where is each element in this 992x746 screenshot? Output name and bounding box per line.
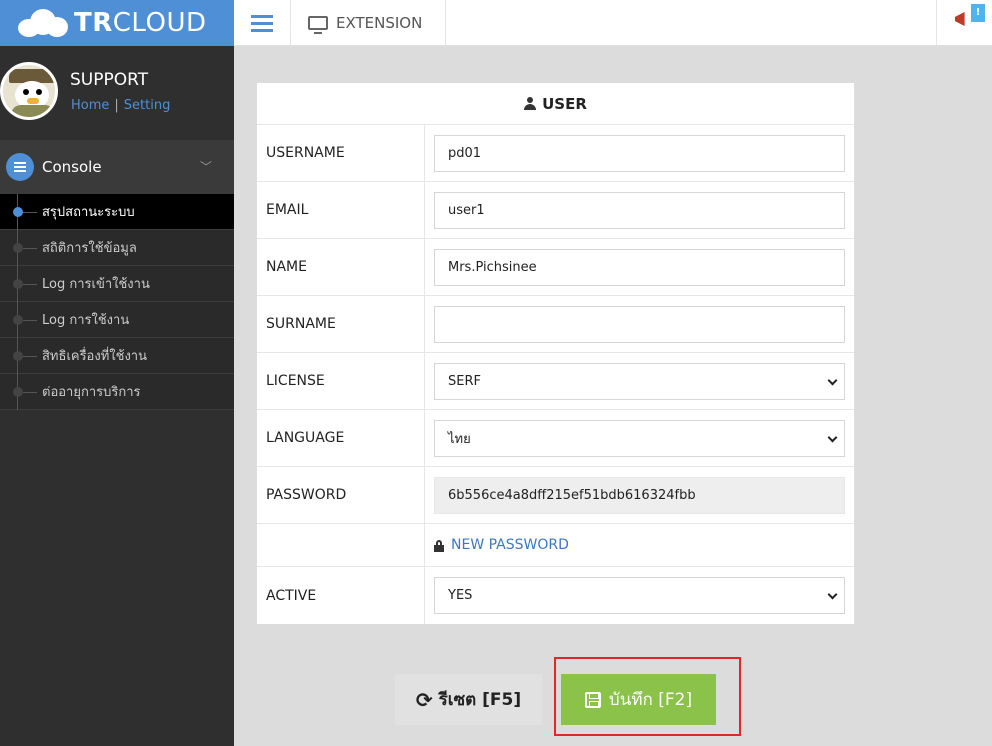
chevron-down-icon (827, 375, 838, 385)
surname-field[interactable] (434, 305, 845, 343)
brand-logo[interactable]: TRCLOUD (0, 0, 234, 46)
license-value: SERF (448, 373, 481, 389)
console-menu: สรุปสถานะระบบ สถิติการใช้ข้อมูล Log การเ… (0, 194, 234, 410)
notification-badge: ! (971, 4, 985, 22)
active-label: ACTIVE (257, 567, 425, 624)
language-select[interactable]: ไทย (434, 419, 845, 457)
menu-item-device-rights[interactable]: สิทธิเครื่องที่ใช้งาน (0, 338, 234, 374)
password-label: PASSWORD (257, 467, 425, 523)
menu-item-renew-service[interactable]: ต่ออายุการบริการ (0, 374, 234, 410)
new-password-row: NEW PASSWORD (257, 524, 854, 567)
chevron-down-icon (827, 589, 838, 600)
sidebar: SUPPORT Home | Setting Console ﹀ สรุปสถานะ… (0, 46, 234, 746)
bullet-icon (13, 315, 23, 325)
monitor-icon (308, 16, 328, 34)
bullet-icon (13, 279, 23, 289)
chevron-down-icon: ﹀ (199, 160, 212, 174)
floppy-disk-icon (584, 691, 601, 708)
reset-button[interactable]: ⟳ รีเซต [F5] (395, 674, 542, 725)
save-button[interactable]: บันทึก [F2] (561, 674, 716, 725)
user-profile: SUPPORT Home | Setting (0, 46, 234, 140)
top-bar: EXTENSION ! (234, 0, 992, 46)
brand-name: TRCLOUD (74, 8, 207, 38)
chevron-down-icon (827, 432, 838, 442)
menu-item-system-status[interactable]: สรุปสถานะระบบ (0, 194, 234, 230)
name-label: NAME (257, 239, 425, 295)
user-form: USER USERNAME pd01 EMAIL user1 NAME Mrs.… (257, 83, 854, 624)
email-field[interactable]: user1 (434, 191, 845, 229)
language-label: LANGUAGE (257, 410, 425, 466)
reset-label: รีเซต [F5] (438, 690, 522, 710)
bullet-icon (13, 387, 23, 397)
home-link[interactable]: Home (71, 98, 109, 113)
bullet-icon (13, 207, 23, 217)
username-field[interactable]: pd01 (434, 134, 845, 172)
form-title: USER (542, 94, 587, 113)
menu-item-data-usage[interactable]: สถิติการใช้ข้อมูล (0, 230, 234, 266)
extension-tab[interactable]: EXTENSION (291, 0, 446, 46)
username-label: USERNAME (257, 125, 425, 181)
active-row: ACTIVE YES (257, 567, 854, 624)
name-row: NAME Mrs.Pichsinee (257, 239, 854, 296)
new-password-link[interactable]: NEW PASSWORD (425, 524, 854, 566)
megaphone-icon (955, 12, 965, 26)
cloud-icon (16, 9, 68, 37)
form-header: USER (257, 83, 854, 125)
password-field: 6b556ce4a8dff215ef51bdb616324fbb (434, 476, 845, 514)
new-password-label-cell (257, 524, 425, 566)
language-value: ไทย (448, 431, 471, 447)
profile-links: Home | Setting (71, 98, 170, 113)
user-icon (524, 97, 537, 110)
refresh-icon: ⟳ (415, 687, 433, 712)
setting-link[interactable]: Setting (124, 98, 171, 113)
link-separator: | (114, 98, 119, 113)
hamburger-menu-icon[interactable] (234, 0, 291, 46)
console-icon (6, 153, 34, 181)
username-row: USERNAME pd01 (257, 125, 854, 182)
avatar (0, 62, 58, 120)
new-password-text: NEW PASSWORD (451, 537, 569, 553)
bullet-icon (13, 351, 23, 361)
license-label: LICENSE (257, 353, 425, 409)
name-field[interactable]: Mrs.Pichsinee (434, 248, 845, 286)
console-section[interactable]: Console ﹀ (0, 140, 234, 194)
save-label: บันทึก [F2] (608, 690, 693, 710)
password-row: PASSWORD 6b556ce4a8dff215ef51bdb616324fb… (257, 467, 854, 524)
license-select[interactable]: SERF (434, 362, 845, 400)
console-label: Console (42, 158, 102, 176)
extension-label: EXTENSION (336, 14, 423, 32)
profile-name: SUPPORT (70, 70, 149, 90)
email-label: EMAIL (257, 182, 425, 238)
surname-row: SURNAME (257, 296, 854, 353)
lock-icon (434, 539, 444, 552)
surname-label: SURNAME (257, 296, 425, 352)
active-select[interactable]: YES (434, 577, 845, 614)
language-row: LANGUAGE ไทย (257, 410, 854, 467)
menu-item-login-log[interactable]: Log การเข้าใช้งาน (0, 266, 234, 302)
license-row: LICENSE SERF (257, 353, 854, 410)
email-row: EMAIL user1 (257, 182, 854, 239)
notification-button[interactable]: ! (936, 0, 992, 46)
active-value: YES (448, 588, 473, 603)
bullet-icon (13, 243, 23, 253)
menu-item-usage-log[interactable]: Log การใช้งาน (0, 302, 234, 338)
